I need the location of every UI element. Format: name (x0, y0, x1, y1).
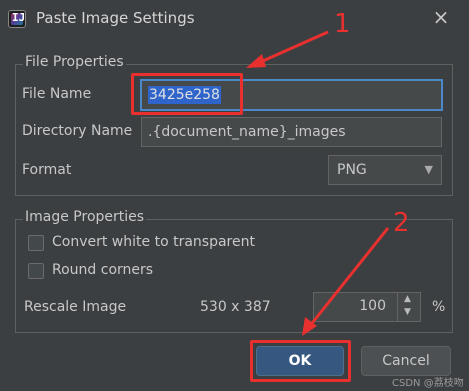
annotation-marker-2: 2 (393, 208, 410, 238)
watermark: CSDN @荔枝吻 (392, 378, 464, 389)
annotation-arrows (246, 30, 390, 336)
annotation-arrow-1 (255, 30, 329, 66)
annotation-arrow-2 (307, 227, 390, 328)
annotation-marker-1: 1 (334, 9, 351, 39)
annotation-arrowhead-1 (246, 54, 266, 68)
